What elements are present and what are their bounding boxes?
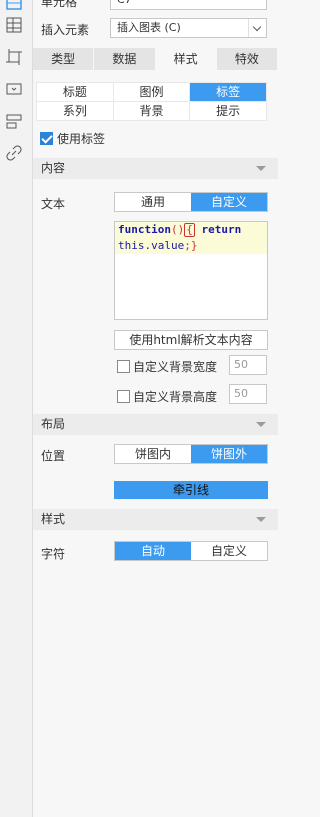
leader-line-button[interactable]: 牵引线 [114,481,268,499]
chevron-down-icon[interactable] [248,19,266,37]
tab-style[interactable]: 样式 [155,48,217,70]
cell-icon[interactable] [5,0,23,12]
subtab-series[interactable]: 系列 [37,102,113,120]
layout-section-title: 布局 [41,417,66,431]
layout-section-header[interactable]: 布局 [33,414,278,435]
style-section-title: 样式 [41,512,66,526]
text-mode-toggle: 通用 自定义 [114,192,268,212]
code-paren-open: ( [170,223,178,236]
use-label-row[interactable]: 使用标签 [40,130,105,147]
position-option-outside[interactable]: 饼图外 [191,445,267,463]
left-toolbar [0,0,33,817]
collapse-triangle-icon[interactable] [256,166,266,171]
crop-frame-icon[interactable] [5,48,23,66]
code-end: ;} [184,239,198,252]
text-option-general[interactable]: 通用 [115,193,191,211]
code-line-2: this.value;} [115,238,267,254]
code-paren-close: ) [177,223,185,236]
custom-bg-width-checkbox[interactable] [117,360,130,373]
style-section-header[interactable]: 样式 [33,509,278,530]
character-option-custom[interactable]: 自定义 [191,542,267,560]
use-label-checkbox[interactable] [40,132,53,145]
custom-bg-height-label: 自定义背景高度 [133,390,218,404]
use-label-text: 使用标签 [57,132,106,146]
cell-label: 单元格 [41,0,78,9]
subtab-legend[interactable]: 图例 [113,83,190,101]
subtab-title[interactable]: 标题 [37,83,113,101]
content-section-title: 内容 [41,161,66,175]
custom-bg-width-input[interactable]: 50 [229,355,267,375]
subtab-tooltip[interactable]: 提示 [190,102,266,120]
character-toggle: 自动 自定义 [114,541,268,561]
html-parse-button[interactable]: 使用html解析文本内容 [114,330,268,350]
content-section-header[interactable]: 内容 [33,158,278,179]
position-label: 位置 [41,449,66,463]
dropdown-widget-icon[interactable] [5,80,23,98]
text-label: 文本 [41,197,66,211]
subtab-background[interactable]: 背景 [113,102,190,120]
tab-type[interactable]: 类型 [33,48,95,70]
code-keyword-return: return [201,223,242,236]
text-option-custom[interactable]: 自定义 [191,193,267,211]
position-option-inside[interactable]: 饼图内 [115,445,191,463]
collapse-triangle-icon[interactable] [256,517,266,522]
character-option-auto[interactable]: 自动 [115,542,191,560]
insert-element-label: 插入元素 [41,23,90,37]
code-keyword-function: function [118,223,171,236]
style-subtabs: 标题 图例 标签 系列 背景 提示 [36,82,267,121]
custom-bg-height-input[interactable]: 50 [229,384,267,404]
cell-field[interactable]: C7 [110,0,267,10]
main-tabs: 类型 数据 样式 特效 [33,48,278,70]
code-editor[interactable]: function(){ return this.value;} [114,221,268,320]
position-toggle: 饼图内 饼图外 [114,444,268,464]
tab-effects[interactable]: 特效 [216,48,278,70]
custom-bg-width-row[interactable]: 自定义背景宽度 [117,358,217,375]
cell-value: C7 [117,0,132,6]
properties-panel: 单元格 C7 插入元素 插入图表 (C) 类型 数据 样式 特效 标题 图例 标… [33,0,278,817]
link-icon[interactable] [5,144,23,162]
code-line-1: function(){ return [115,222,267,238]
insert-element-value: 插入图表 (C) [117,21,181,34]
custom-bg-width-label: 自定义背景宽度 [133,360,218,374]
custom-bg-height-checkbox[interactable] [117,390,130,403]
collapse-triangle-icon[interactable] [256,422,266,427]
character-label: 字符 [41,547,66,561]
table-grid-icon[interactable] [5,16,23,34]
custom-bg-height-row[interactable]: 自定义背景高度 [117,388,217,405]
insert-element-select[interactable]: 插入图表 (C) [110,18,267,38]
code-this-value: this.value [118,239,185,252]
tab-data[interactable]: 数据 [94,48,156,70]
subtab-label[interactable]: 标签 [190,83,266,101]
layout-icon[interactable] [5,112,23,130]
code-brace-cursor: { [184,223,195,237]
